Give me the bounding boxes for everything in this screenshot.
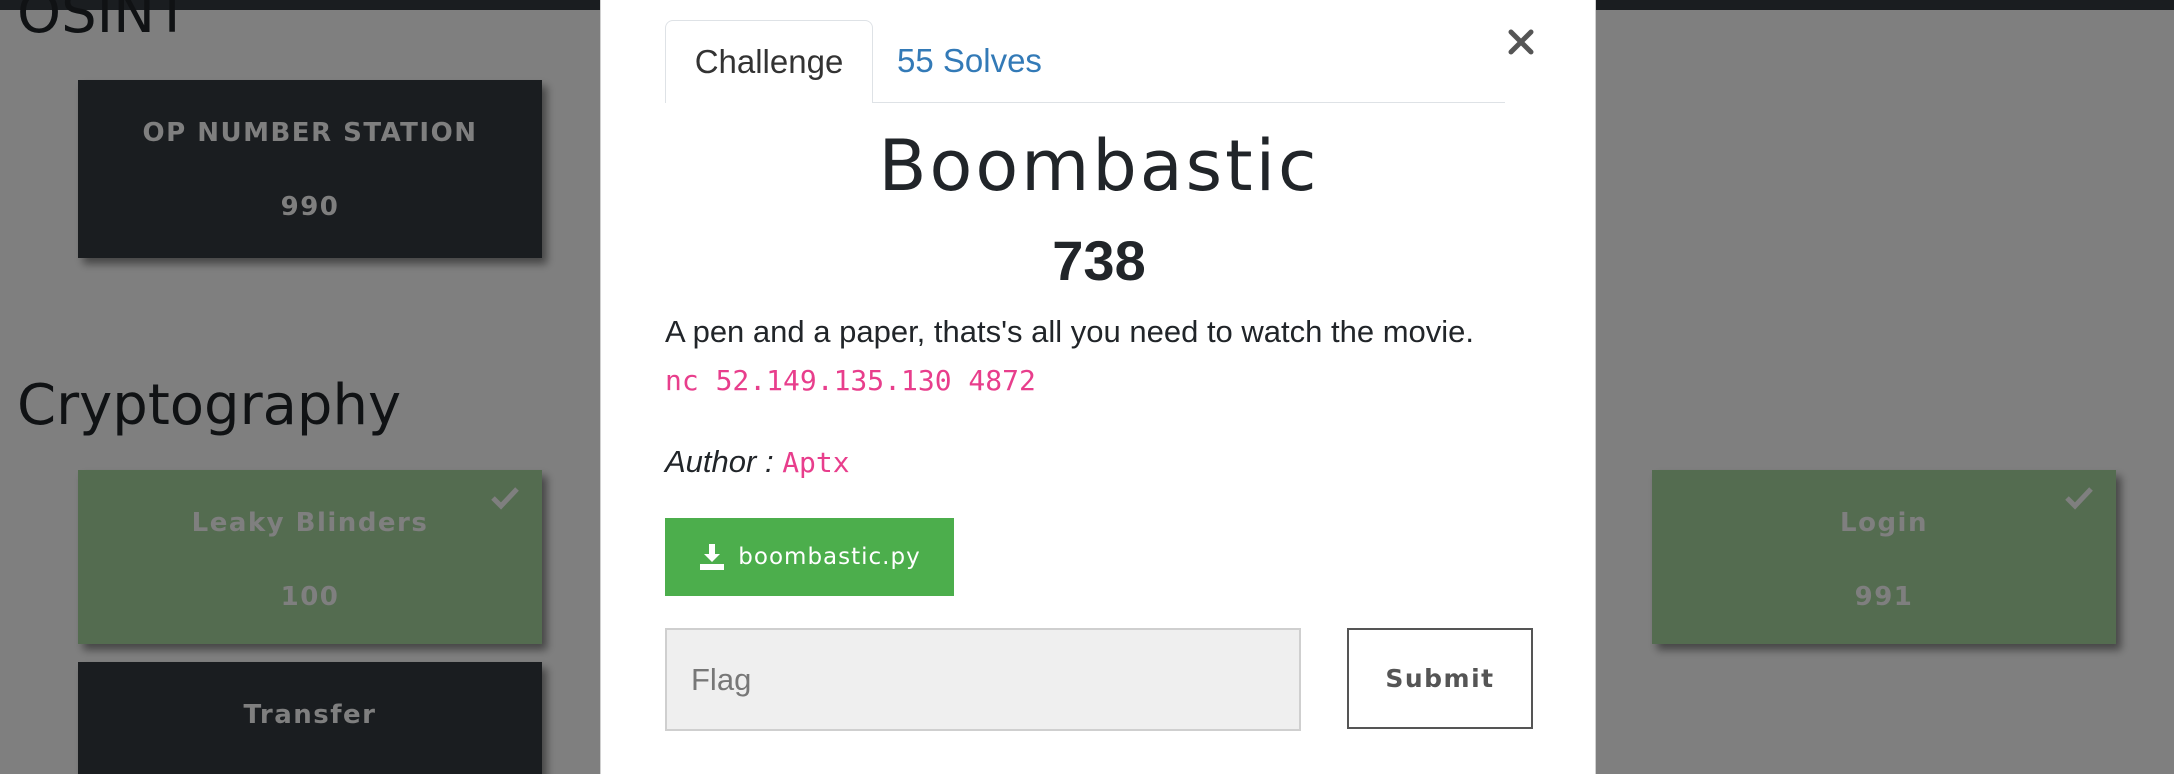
submit-button[interactable]: Submit	[1347, 628, 1533, 729]
author-label: Author	[665, 444, 757, 479]
close-button[interactable]	[1499, 20, 1543, 64]
challenge-description: A pen and a paper, thats's all you need …	[665, 314, 1475, 349]
download-icon	[700, 544, 725, 570]
close-icon	[1508, 29, 1534, 55]
author-name: Aptx	[782, 446, 850, 479]
connection-command: nc 52.149.135.130 4872	[665, 364, 1036, 397]
author-line: Author : Aptx	[665, 444, 850, 480]
download-file-label: boombastic.py	[738, 544, 921, 570]
challenge-name: Boombastic	[878, 125, 1320, 207]
download-file-button[interactable]: boombastic.py	[665, 518, 954, 596]
challenge-points: 738	[1052, 229, 1146, 292]
tab-solves[interactable]: 55 Solves	[897, 20, 1057, 102]
author-separator: :	[756, 444, 783, 479]
tab-challenge[interactable]: Challenge	[665, 20, 873, 103]
modal-tabs: Challenge 55 Solves	[665, 20, 1505, 103]
flag-input[interactable]	[665, 628, 1301, 731]
challenge-modal: Challenge 55 Solves Boombastic 738 A pen…	[600, 0, 1596, 774]
